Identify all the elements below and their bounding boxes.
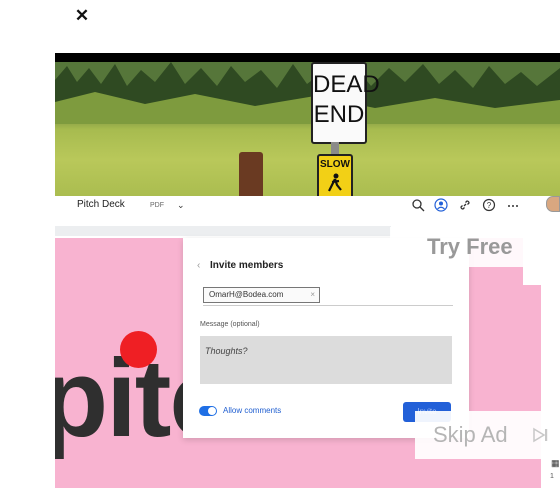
skip-ad-label: Skip Ad [433, 422, 508, 447]
sign-line-2: END [313, 101, 365, 128]
sign-line-1: DEAD [313, 71, 380, 98]
email-input-underline [203, 305, 453, 306]
document-title: Pitch Deck [77, 199, 125, 210]
add-user-icon[interactable] [434, 198, 448, 212]
wooden-post [239, 152, 263, 202]
dead-end-sign: DEAD END [311, 62, 380, 144]
email-chip[interactable]: OmarH@Bodea.com × [203, 287, 320, 303]
chevron-down-icon[interactable]: ⌄ [177, 200, 185, 211]
page-indicator: 1 [550, 473, 554, 480]
allow-comments-toggle[interactable] [199, 406, 217, 416]
search-icon[interactable] [411, 198, 425, 212]
app-toolbar: Pitch Deck PDF ⌄ ? [55, 196, 560, 222]
tree-line [55, 62, 560, 124]
road-sign-photo: DEAD END SLOW [55, 62, 560, 202]
help-icon[interactable]: ? [482, 198, 496, 212]
skip-next-icon [533, 427, 548, 443]
slow-sign-label: SLOW [320, 159, 350, 170]
email-chip-label: OmarH@Bodea.com [209, 290, 284, 299]
try-free-button[interactable]: Try Free [390, 227, 560, 267]
avatar[interactable] [546, 196, 560, 212]
slow-sign: SLOW [317, 154, 353, 202]
running-figure-icon [328, 173, 342, 192]
slide-header-strip [55, 226, 391, 236]
video-ad[interactable]: DEAD END SLOW Pitch Deck PDF ⌄ ? pitch ‹… [55, 53, 560, 488]
more-icon[interactable] [506, 198, 520, 212]
ad-overlay: ✕ DEAD END SLOW Pitch Deck PDF ⌄ ? pitch… [0, 0, 560, 488]
svg-text:?: ? [487, 201, 492, 210]
allow-comments-label: Allow comments [223, 406, 282, 415]
message-input[interactable]: Thoughts? [200, 336, 452, 384]
grid-icon[interactable]: ▦ [551, 458, 560, 469]
red-dot-graphic [120, 331, 157, 368]
back-icon[interactable]: ‹ [197, 260, 200, 271]
link-icon[interactable] [458, 198, 472, 212]
dialog-title: Invite members [210, 260, 284, 271]
close-icon[interactable]: ✕ [72, 6, 92, 26]
invite-dialog: ‹ Invite members OmarH@Bodea.com × Messa… [183, 238, 469, 438]
remove-chip-icon[interactable]: × [310, 288, 315, 302]
file-type-badge: PDF [150, 202, 164, 209]
skip-ad-button[interactable]: Skip Ad [415, 411, 560, 459]
message-label: Message (optional) [200, 321, 260, 328]
